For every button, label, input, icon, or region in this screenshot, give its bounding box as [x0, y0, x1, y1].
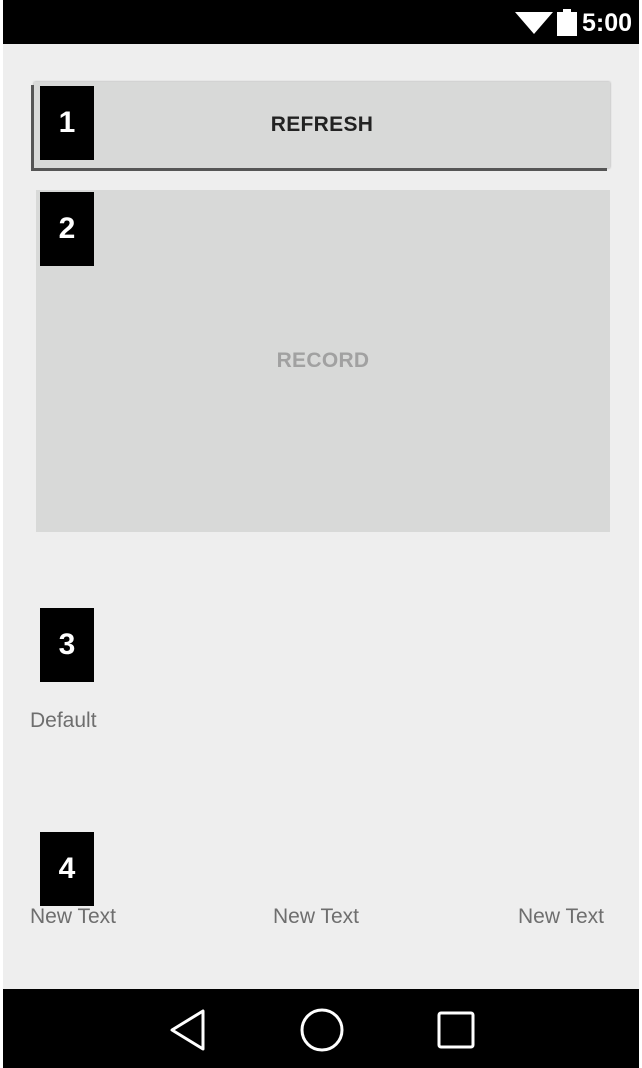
status-bar: 5:00 [3, 0, 639, 44]
back-icon [170, 1009, 205, 1051]
marker-3: 3 [40, 608, 94, 682]
marker-4: 4 [40, 832, 94, 906]
battery-icon [557, 9, 577, 36]
recent-apps-icon [437, 1011, 475, 1049]
new-text-3: New Text [518, 905, 604, 928]
status-clock: 5:00 [582, 9, 633, 37]
record-button-label: RECORD [276, 349, 370, 372]
home-button[interactable] [299, 1007, 345, 1053]
default-text: Default [30, 709, 97, 732]
back-button[interactable] [165, 1007, 211, 1053]
refresh-button[interactable]: REFRESH [34, 82, 610, 168]
new-text-2: New Text [273, 905, 359, 928]
wifi-icon [515, 12, 553, 34]
home-icon [300, 1008, 344, 1052]
recent-apps-button[interactable] [433, 1007, 479, 1053]
marker-2: 2 [40, 192, 94, 266]
marker-1: 1 [40, 86, 94, 160]
record-button[interactable]: RECORD [36, 190, 610, 532]
refresh-button-label: REFRESH [270, 113, 374, 136]
app-screen: 5:00 REFRESH RECORD 1 2 3 4 Default New … [3, 0, 639, 1068]
new-text-1: New Text [30, 905, 116, 928]
navigation-bar [3, 989, 639, 1068]
